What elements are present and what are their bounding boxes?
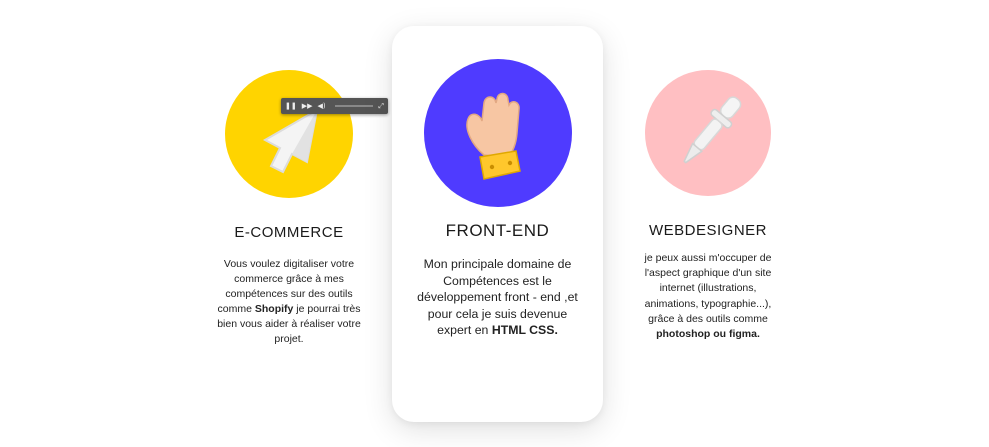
card-ecommerce: ❚❚ ▶▶ ◀) ⤢ E-COMMERCE Vous voulez digita… (198, 70, 388, 347)
dropper-icon (683, 96, 742, 164)
cursor-icon (262, 108, 319, 174)
video-player-controls[interactable]: ❚❚ ▶▶ ◀) ⤢ (281, 98, 388, 114)
volume-icon[interactable]: ◀) (318, 102, 326, 110)
ecommerce-circle: ❚❚ ▶▶ ◀) ⤢ (225, 70, 388, 198)
hand-icon (465, 92, 521, 180)
card-description: Vous voulez digitaliser votre commerce g… (217, 258, 361, 345)
progress-bar[interactable] (334, 105, 374, 107)
webdesigner-circle (645, 70, 771, 196)
card-title: FRONT-END (445, 221, 550, 240)
card-frontend: FRONT-END Mon principale domaine de Comp… (392, 26, 603, 422)
card-description: je peux aussi m'occuper de l'aspect grap… (644, 252, 772, 341)
card-title: WEBDESIGNER (648, 222, 767, 239)
frontend-circle (423, 59, 572, 207)
card-description: Mon principale domaine de Compétences es… (417, 257, 578, 338)
forward-icon[interactable]: ▶▶ (302, 102, 313, 110)
card-title: E-COMMERCE (234, 224, 344, 241)
card-webdesigner: WEBDESIGNER je peux aussi m'occuper de l… (618, 70, 798, 342)
fullscreen-icon[interactable]: ⤢ (378, 102, 384, 110)
pause-icon[interactable]: ❚❚ (285, 102, 297, 110)
